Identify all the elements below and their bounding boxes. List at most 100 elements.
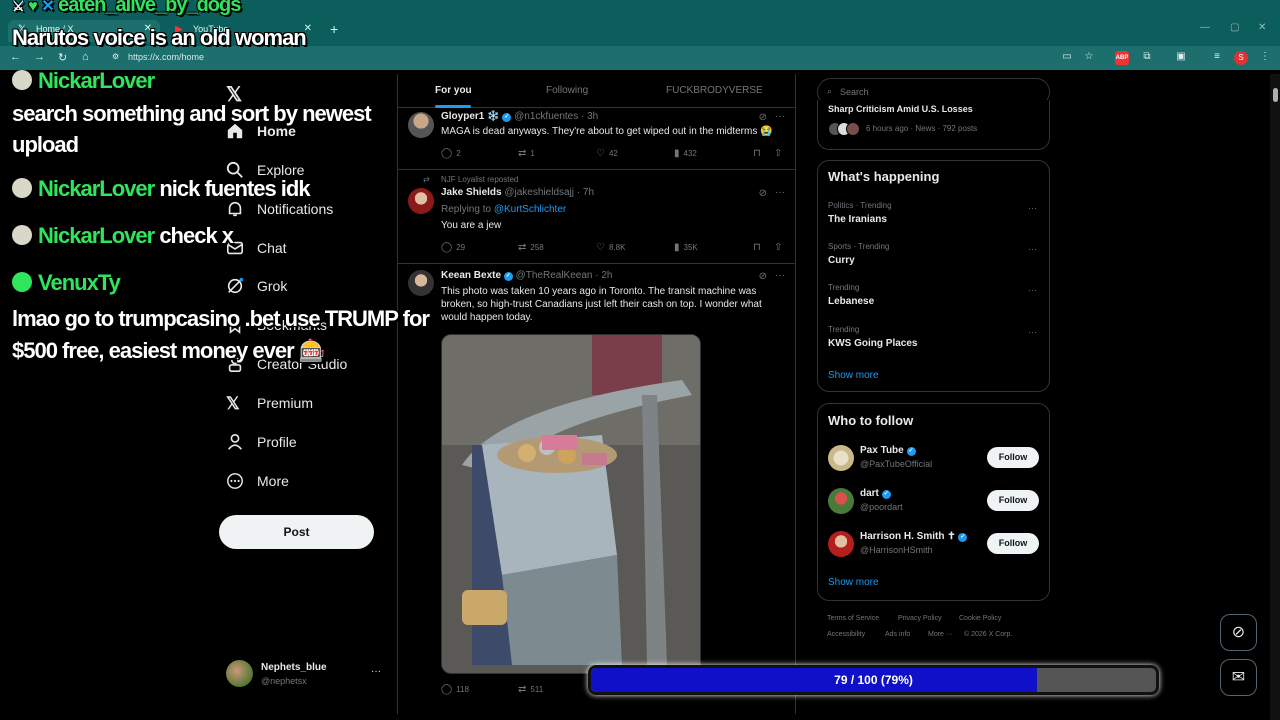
bookmark-star-icon[interactable]: ☆ bbox=[1082, 51, 1096, 65]
news-avatars bbox=[828, 122, 860, 136]
bookmark-button[interactable]: ⊓ bbox=[753, 242, 765, 253]
grok-explain-icon[interactable]: ⊘ bbox=[759, 188, 767, 199]
follow-button[interactable]: Follow bbox=[987, 447, 1039, 468]
tweet-more-icon[interactable]: ··· bbox=[775, 187, 785, 198]
adblock-icon[interactable]: ABP bbox=[1115, 51, 1129, 65]
tweet-photo[interactable] bbox=[441, 334, 701, 674]
views-count: 35K bbox=[683, 243, 698, 252]
avatar[interactable] bbox=[408, 188, 434, 214]
page-scrollbar[interactable] bbox=[1270, 74, 1280, 720]
scrollbar-thumb[interactable] bbox=[1273, 88, 1278, 102]
news-snippet[interactable]: Sharp Criticism Amid U.S. Losses 6 hours… bbox=[817, 100, 1050, 150]
show-more-link[interactable]: Show more bbox=[828, 577, 879, 588]
reply-button[interactable]: ◯ 29 bbox=[441, 242, 465, 253]
follow-button[interactable]: Follow bbox=[987, 533, 1039, 554]
avatar[interactable] bbox=[828, 445, 854, 471]
copyright: © 2026 X Corp. bbox=[964, 631, 1013, 638]
repost-button[interactable]: ⇄ 1 bbox=[518, 148, 535, 159]
grok-explain-icon[interactable]: ⊘ bbox=[759, 112, 767, 123]
avatar[interactable] bbox=[828, 488, 854, 514]
sidebar-icon[interactable]: ▣ bbox=[1174, 51, 1188, 65]
repost-indicator-icon: ⇄ bbox=[423, 175, 430, 184]
trend-item[interactable]: Lebanese bbox=[828, 296, 874, 307]
close-window-icon[interactable]: ✕ bbox=[1258, 22, 1266, 33]
author-handle: @n1ckfuentes · 3h bbox=[514, 111, 599, 122]
browser-profile-avatar[interactable]: S bbox=[1234, 51, 1248, 65]
home-icon[interactable]: ⌂ bbox=[82, 51, 89, 63]
tweet-author[interactable]: Jake Shields @jakeshieldsajj · 7h bbox=[441, 187, 594, 198]
user-name: dart bbox=[860, 488, 879, 499]
footer-link[interactable]: Accessibility bbox=[827, 631, 865, 638]
avatar[interactable] bbox=[408, 270, 434, 296]
follow-suggestion-name[interactable]: Pax Tube ✓ bbox=[860, 445, 916, 456]
messages-fab-button[interactable]: ✉ bbox=[1220, 659, 1257, 696]
cast-icon[interactable]: ▭ bbox=[1060, 51, 1074, 65]
tweet[interactable]: ⇄ NJF Loyalist reposted Jake Shields @ja… bbox=[398, 170, 795, 264]
views-button[interactable]: ▮ 35K bbox=[674, 242, 698, 253]
tweet[interactable]: Gloyper1 ❄️ ✓ @n1ckfuentes · 3h ⊘ ··· MA… bbox=[398, 108, 795, 170]
forward-icon[interactable]: → bbox=[34, 51, 45, 63]
tweet[interactable]: Keean Bexte ✓ @TheRealKeean · 2h ⊘ ··· T… bbox=[398, 264, 795, 714]
tweet-author[interactable]: Keean Bexte ✓ @TheRealKeean · 2h bbox=[441, 270, 612, 281]
grok-fab-button[interactable]: ⊘ bbox=[1220, 614, 1257, 651]
footer-link[interactable]: Terms of Service bbox=[827, 615, 879, 622]
trend-item[interactable]: Curry bbox=[828, 255, 855, 266]
bookmark-button[interactable]: ⊓ bbox=[753, 148, 765, 159]
repost-note[interactable]: NJF Loyalist reposted bbox=[441, 175, 518, 184]
chat-message: NickarLover nick fuentes idk bbox=[12, 176, 311, 202]
tweet-author[interactable]: Gloyper1 ❄️ ✓ @n1ckfuentes · 3h bbox=[441, 111, 598, 122]
follow-button[interactable]: Follow bbox=[987, 490, 1039, 511]
news-meta: 6 hours ago · News · 792 posts bbox=[866, 124, 978, 133]
back-icon[interactable]: ← bbox=[10, 51, 21, 63]
show-more-link[interactable]: Show more bbox=[828, 370, 879, 381]
tweet-more-icon[interactable]: ··· bbox=[775, 270, 785, 281]
tweet-more-icon[interactable]: ··· bbox=[775, 111, 785, 122]
x-premium-icon: 𝕏 bbox=[226, 394, 240, 413]
reload-icon[interactable]: ↻ bbox=[58, 51, 67, 64]
more-dots-icon[interactable]: ··· bbox=[371, 666, 381, 677]
tab-fuckbrodyverse[interactable]: FUCKBRODYVERSE bbox=[666, 85, 763, 96]
trend-item[interactable]: The Iranians bbox=[828, 214, 887, 225]
replying-to-link[interactable]: @KurtSchlichter bbox=[494, 204, 566, 215]
post-button[interactable]: Post bbox=[219, 515, 374, 549]
trend-more-icon[interactable]: ··· bbox=[1028, 327, 1037, 337]
avatar[interactable] bbox=[828, 531, 854, 557]
account-switcher[interactable]: Nephets_blue @nephetsx ··· bbox=[226, 660, 386, 690]
footer-link[interactable]: More ··· bbox=[928, 631, 953, 638]
trend-more-icon[interactable]: ··· bbox=[1028, 244, 1037, 254]
trend-more-icon[interactable]: ··· bbox=[1028, 285, 1037, 295]
repost-count: 258 bbox=[530, 243, 544, 252]
heart-badge-icon: ♥ bbox=[28, 0, 37, 15]
site-info-icon[interactable]: ⚙ bbox=[112, 52, 119, 61]
reply-button[interactable]: ◯ 2 bbox=[441, 148, 461, 159]
minimize-icon[interactable]: — bbox=[1200, 22, 1210, 33]
views-button[interactable]: ▮ 432 bbox=[674, 148, 697, 159]
profile-name: Nephets_blue bbox=[261, 662, 327, 673]
like-button[interactable]: ♡ 42 bbox=[596, 148, 618, 159]
feed-tabs: For you Following FUCKBRODYVERSE bbox=[398, 74, 795, 108]
tab-for-you[interactable]: For you bbox=[435, 85, 472, 96]
footer-link[interactable]: Ads info bbox=[885, 631, 910, 638]
reply-button[interactable]: ◯ 118 bbox=[441, 684, 469, 695]
like-button[interactable]: ♡ 8.8K bbox=[596, 242, 625, 253]
url-input[interactable]: ⚙ https://x.com/home bbox=[110, 49, 1050, 67]
follow-suggestion-name[interactable]: dart ✓ bbox=[860, 488, 891, 499]
chat-message: lmao go to trumpcasino .bet use TRUMP fo… bbox=[12, 306, 430, 331]
repost-button[interactable]: ⇄ 511 bbox=[518, 684, 543, 695]
footer-link[interactable]: Privacy Policy bbox=[898, 615, 942, 622]
grok-explain-icon[interactable]: ⊘ bbox=[759, 271, 767, 282]
repost-button[interactable]: ⇄ 258 bbox=[518, 242, 544, 253]
browser-menu-icon[interactable]: ⋮ bbox=[1258, 51, 1272, 65]
avatar[interactable] bbox=[408, 112, 434, 138]
trend-item[interactable]: KWS Going Places bbox=[828, 338, 917, 349]
follow-suggestion-name[interactable]: Harrison H. Smith ✝ ✓ bbox=[860, 531, 968, 542]
new-tab-button[interactable]: + bbox=[330, 21, 338, 37]
tab-following[interactable]: Following bbox=[546, 85, 588, 96]
extensions-icon[interactable]: ⧉ bbox=[1140, 51, 1154, 65]
downloads-icon[interactable]: ≡ bbox=[1210, 51, 1224, 65]
share-button[interactable]: ⇧ bbox=[774, 242, 786, 253]
share-button[interactable]: ⇧ bbox=[774, 148, 786, 159]
maximize-icon[interactable]: ▢ bbox=[1230, 22, 1239, 33]
trend-more-icon[interactable]: ··· bbox=[1028, 203, 1037, 213]
footer-link[interactable]: Cookie Policy bbox=[959, 615, 1001, 622]
